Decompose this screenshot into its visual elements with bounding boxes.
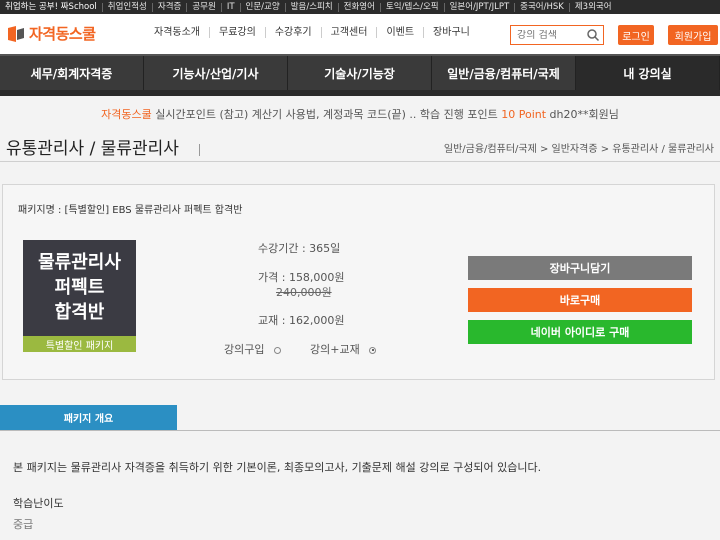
menu-general-finance[interactable]: 일반/금융/컴퓨터/국제: [432, 56, 576, 90]
top-utility-bar: 취업하는 공부! 짜School 취업인적성 자격증 공무원 IT 인문/교양 …: [0, 0, 720, 14]
menu-engineer[interactable]: 기술사/기능장: [288, 56, 432, 90]
add-to-cart-button[interactable]: 장바구니담기: [468, 256, 692, 280]
notice-bar: 자격동스쿨 실시간포인트 (참고) 계산기 사용법, 계정과목 코드(끝) ..…: [0, 96, 720, 132]
site-logo[interactable]: 자격동스쿨: [6, 23, 96, 44]
topbar-link-school[interactable]: 취업하는 공부! 짜School: [0, 2, 103, 12]
tab-rule: [0, 430, 720, 431]
notice-points: 10 Point: [501, 107, 547, 121]
logo-mark-icon: [6, 24, 26, 44]
topbar-link-third-language[interactable]: 제3외국어: [570, 2, 617, 12]
thumbnail-badge: 특별할인 패키지: [23, 336, 136, 352]
topbar-link-chinese[interactable]: 중국어/HSK: [515, 2, 570, 12]
notice-text: 실시간포인트 (참고) 계산기 사용법, 계정과목 코드(끝) .. 학습 진행…: [151, 108, 502, 121]
textbook-price: 교재 : 162,000원: [258, 314, 345, 327]
naver-pay-button[interactable]: 네이버 아이디로 구매: [468, 320, 692, 344]
logo-text: 자격동스쿨: [29, 25, 96, 43]
search-box: [510, 25, 604, 45]
difficulty-label: 학습난이도: [13, 497, 64, 510]
title-rule: [0, 161, 720, 162]
site-header: 자격동스쿨 자격동소개 무료강의 수강후기 고객센터 이벤트 장바구니 로그인 …: [0, 14, 720, 54]
login-button[interactable]: 로그인: [618, 25, 654, 45]
topbar-link-speech[interactable]: 발음/스피치: [286, 2, 339, 12]
option-lecture-radio[interactable]: [273, 346, 281, 354]
topbar-link-aptitude[interactable]: 취업인적성: [103, 2, 153, 12]
nav-reviews[interactable]: 수강후기: [266, 27, 322, 38]
main-menu: 세무/회계자격증 기능사/산업/기사 기술사/기능장 일반/금융/컴퓨터/국제 …: [0, 54, 720, 90]
tab-package-overview[interactable]: 패키지 개요: [0, 405, 177, 430]
package-name: 패키지명 : [특별할인] EBS 물류관리사 퍼펙트 합격반: [18, 205, 243, 216]
nav-about[interactable]: 자격동소개: [145, 27, 210, 38]
topbar-link-humanities[interactable]: 인문/교양: [241, 2, 286, 12]
package-thumbnail: 물류관리사 퍼펙트 합격반 특별할인 패키지: [23, 240, 136, 352]
original-price: 240,000원: [276, 286, 332, 299]
difficulty-value: 중급: [13, 518, 34, 531]
lecture-period: 수강기간 : 365일: [258, 242, 341, 255]
option-lecture-textbook[interactable]: 강의+교재: [310, 341, 377, 357]
nav-events[interactable]: 이벤트: [377, 27, 425, 38]
package-description: 본 패키지는 물류관리사 자격증을 취득하기 위한 기본이론, 최종모의고사, …: [13, 461, 542, 474]
signup-button[interactable]: 회원가입: [668, 25, 718, 45]
search-input[interactable]: [511, 29, 585, 41]
menu-technician[interactable]: 기능사/산업/기사: [144, 56, 288, 90]
option-both-label: 강의+교재: [310, 343, 360, 356]
menu-my-classroom[interactable]: 내 강의실: [576, 56, 720, 90]
breadcrumb: 일반/금융/컴퓨터/국제 > 일반자격증 > 유통관리사 / 물류관리사: [443, 144, 714, 155]
notice-brand: 자격동스쿨: [101, 108, 152, 121]
notice-user: dh20**회원님: [546, 108, 619, 121]
buy-now-button[interactable]: 바로구매: [468, 288, 692, 312]
search-icon[interactable]: [585, 27, 601, 43]
thumbnail-line-1: 물류관리사: [38, 252, 121, 273]
topbar-link-japanese[interactable]: 일본어/JPT/JLPT: [445, 2, 516, 12]
thumbnail-line-3: 합격반: [54, 302, 105, 323]
thumbnail-line-2: 퍼펙트: [54, 277, 105, 298]
thumbnail-title: 물류관리사 퍼펙트 합격반: [23, 250, 136, 325]
menu-tax-accounting[interactable]: 세무/회계자격증: [0, 56, 144, 90]
header-nav: 자격동소개 무료강의 수강후기 고객센터 이벤트 장바구니: [145, 27, 479, 38]
option-both-radio[interactable]: [369, 346, 377, 354]
nav-cart[interactable]: 장바구니: [424, 27, 479, 38]
topbar-link-civil-service[interactable]: 공무원: [187, 2, 222, 12]
option-lecture-only[interactable]: 강의구입: [224, 341, 281, 357]
title-divider: [199, 144, 200, 156]
page-title: 유통관리사 / 물류관리사: [6, 139, 179, 159]
nav-free-lectures[interactable]: 무료강의: [210, 27, 266, 38]
price: 가격 : 158,000원: [258, 271, 345, 284]
option-lecture-label: 강의구입: [224, 343, 265, 356]
topbar-link-certificate[interactable]: 자격증: [153, 2, 188, 12]
topbar-link-phone-english[interactable]: 전화영어: [339, 2, 381, 12]
topbar-link-it[interactable]: IT: [222, 2, 241, 12]
topbar-link-toeic[interactable]: 토익/텝스/오픽: [381, 2, 445, 12]
nav-customer-center[interactable]: 고객센터: [322, 27, 378, 38]
